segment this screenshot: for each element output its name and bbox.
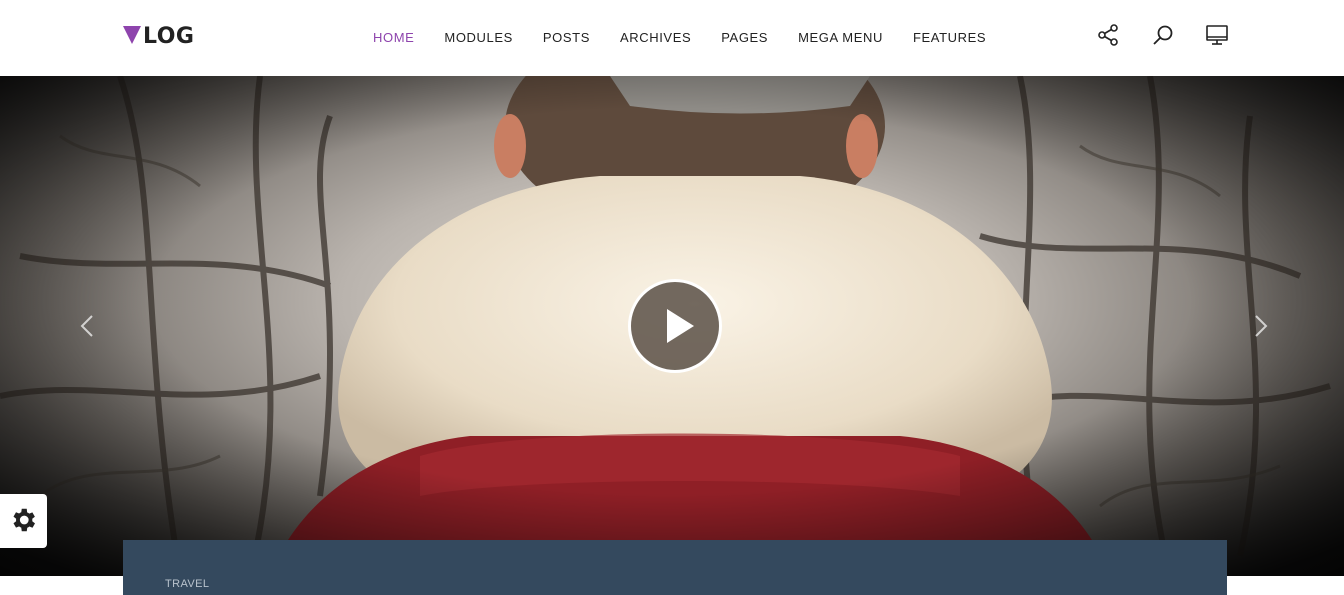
nav-posts[interactable]: POSTS [543,30,590,45]
search-icon[interactable] [1151,23,1175,47]
post-category[interactable]: TRAVEL [165,578,209,590]
hero-slider [0,76,1344,576]
main-nav: HOME MODULES POSTS ARCHIVES PAGES MEGA M… [373,28,1016,46]
chevron-right-icon [1255,315,1268,337]
chevron-left-icon [80,315,93,337]
gear-icon [13,508,35,532]
logo-text: LOG [143,23,195,49]
play-button[interactable] [628,279,722,373]
next-slide-arrow[interactable] [1246,312,1274,340]
logo-v-mark [123,26,141,44]
site-header: LOG HOME MODULES POSTS ARCHIVES PAGES ME… [0,0,1344,76]
settings-button[interactable] [0,494,47,548]
play-icon [667,309,694,343]
share-icon[interactable] [1096,23,1120,47]
nav-features[interactable]: FEATURES [913,30,986,45]
nav-home[interactable]: HOME [373,30,414,45]
monitor-icon[interactable] [1205,23,1229,47]
nav-mega-menu[interactable]: MEGA MENU [798,30,883,45]
nav-pages[interactable]: PAGES [721,30,768,45]
nav-archives[interactable]: ARCHIVES [620,30,691,45]
post-card: TRAVEL [123,540,1227,595]
nav-modules[interactable]: MODULES [444,30,513,45]
site-logo[interactable]: LOG [123,22,195,50]
prev-slide-arrow[interactable] [74,312,102,340]
